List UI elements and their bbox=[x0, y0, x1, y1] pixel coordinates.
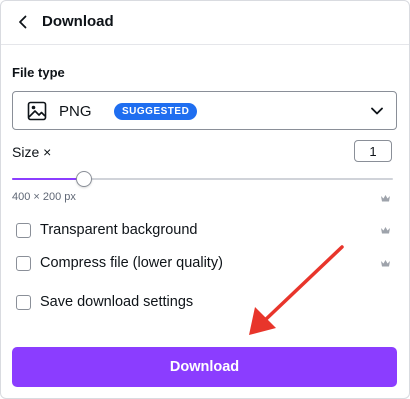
slider-thumb[interactable] bbox=[76, 171, 93, 187]
option-label: Compress file (lower quality) bbox=[40, 255, 223, 271]
slider-fill bbox=[12, 178, 85, 180]
panel-header: Download bbox=[1, 1, 409, 45]
transparent-background-option[interactable]: Transparent background bbox=[16, 220, 197, 240]
save-download-settings-option[interactable]: Save download settings bbox=[16, 292, 193, 312]
image-icon bbox=[27, 101, 47, 121]
file-type-label: File type bbox=[12, 65, 65, 80]
size-multiplier-input[interactable] bbox=[354, 140, 392, 162]
chevron-left-icon bbox=[19, 15, 27, 29]
panel-title: Download bbox=[42, 13, 114, 30]
crown-icon bbox=[381, 195, 390, 202]
option-label: Save download settings bbox=[40, 294, 194, 310]
crown-icon bbox=[381, 227, 390, 234]
checkbox[interactable] bbox=[16, 294, 31, 310]
compress-file-option[interactable]: Compress file (lower quality) bbox=[16, 253, 223, 273]
chevron-down-icon bbox=[371, 107, 383, 115]
file-type-select[interactable]: PNG SUGGESTED bbox=[12, 91, 397, 130]
size-label: Size × bbox=[12, 144, 52, 160]
download-button[interactable]: Download bbox=[12, 347, 397, 387]
checkbox[interactable] bbox=[16, 222, 31, 238]
size-slider[interactable] bbox=[12, 171, 393, 187]
suggested-badge: SUGGESTED bbox=[114, 103, 198, 120]
crown-icon bbox=[381, 260, 390, 267]
file-type-value: PNG bbox=[59, 103, 92, 120]
checkbox[interactable] bbox=[16, 255, 31, 271]
option-label: Transparent background bbox=[40, 222, 198, 238]
download-panel: Download File type PNG SUGGESTED Size × … bbox=[0, 0, 410, 399]
size-dimensions: 400 × 200 px bbox=[12, 191, 76, 203]
back-button[interactable] bbox=[11, 10, 35, 34]
